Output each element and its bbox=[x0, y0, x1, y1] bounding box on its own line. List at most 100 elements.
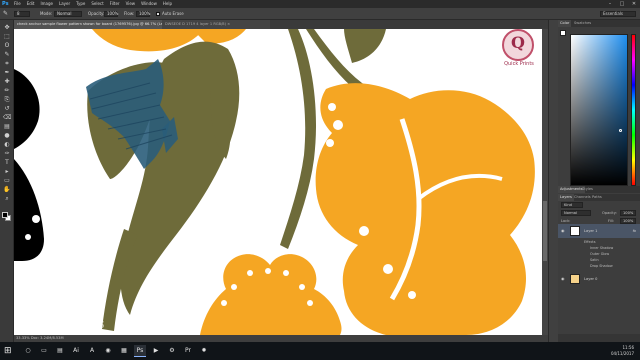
gradient-tool-icon[interactable]: ▤ bbox=[3, 123, 11, 131]
shape-tool-icon[interactable]: ▭ bbox=[3, 177, 11, 185]
effects-header[interactable]: Effects bbox=[584, 240, 596, 244]
zoom-tool-icon[interactable]: ⌕ bbox=[3, 195, 11, 203]
firefox-taskbar-icon[interactable]: ✹ bbox=[198, 345, 210, 357]
brush-size-picker[interactable]: 8 bbox=[14, 11, 30, 17]
auto-erase-checkbox[interactable] bbox=[156, 12, 160, 16]
pen-tool-icon[interactable]: ✑ bbox=[3, 150, 11, 158]
main-menu: File Edit Image Layer Type Select Filter… bbox=[14, 0, 172, 8]
menu-image[interactable]: Image bbox=[40, 0, 53, 8]
brush-tool-icon[interactable]: ✏ bbox=[3, 87, 11, 95]
close-button[interactable]: ✕ bbox=[628, 0, 640, 8]
clock-date: 04/11/2017 bbox=[610, 351, 634, 356]
color-picker-ring-icon[interactable] bbox=[619, 129, 622, 132]
opacity-label: Opacity: bbox=[88, 11, 105, 16]
marquee-tool-icon[interactable]: ⬚ bbox=[3, 33, 11, 41]
flow-label: Flow: bbox=[124, 11, 135, 16]
brush-tool-icon[interactable]: ✎ bbox=[3, 11, 8, 17]
healing-tool-icon[interactable]: ✚ bbox=[3, 78, 11, 86]
watermark-monogram: Q bbox=[511, 33, 525, 52]
maximize-button[interactable]: □ bbox=[616, 0, 628, 8]
opacity-field[interactable]: 100% bbox=[104, 11, 118, 17]
flow-field[interactable]: 100% bbox=[136, 11, 150, 17]
blur-tool-icon[interactable]: ● bbox=[3, 132, 11, 140]
chrome-taskbar-icon[interactable]: ◉ bbox=[102, 345, 114, 357]
menu-filter[interactable]: Filter bbox=[110, 0, 120, 8]
quick-select-tool-icon[interactable]: ✎ bbox=[3, 51, 11, 59]
layer-name[interactable]: Layer 1 bbox=[584, 229, 597, 233]
document-tab-active[interactable]: check anchor sample flower pattern shown… bbox=[14, 20, 162, 29]
layer-fx-badge[interactable]: fx bbox=[633, 229, 636, 233]
opacity-label: Opacity: bbox=[602, 211, 617, 215]
menu-file[interactable]: File bbox=[14, 0, 21, 8]
premiere-taskbar-icon[interactable]: Pr bbox=[182, 345, 194, 357]
system-clock[interactable]: 11:56 04/11/2017 bbox=[611, 345, 634, 357]
menu-layer[interactable]: Layer bbox=[59, 0, 70, 8]
media-taskbar-icon[interactable]: ▶ bbox=[150, 345, 162, 357]
blend-mode-select[interactable]: Normal bbox=[561, 210, 591, 216]
olive-stem bbox=[280, 29, 317, 249]
effect-item[interactable]: Satin bbox=[590, 258, 599, 262]
type-tool-icon[interactable]: T bbox=[3, 159, 11, 167]
lock-label: Lock: bbox=[561, 219, 571, 223]
layer-row[interactable]: ◉ Layer 0 bbox=[558, 272, 640, 286]
workspace-select[interactable]: Essentials bbox=[600, 11, 636, 17]
move-tool-icon[interactable]: ✥ bbox=[3, 24, 11, 32]
eraser-tool-icon[interactable]: ⌫ bbox=[3, 114, 11, 122]
menu-window[interactable]: Window bbox=[141, 0, 157, 8]
foreground-color-icon[interactable] bbox=[2, 212, 8, 218]
file-explorer-taskbar-icon[interactable]: ▤ bbox=[54, 345, 66, 357]
menu-edit[interactable]: Edit bbox=[27, 0, 35, 8]
eye-icon[interactable]: ◉ bbox=[561, 228, 565, 233]
color-panel-tabs: Color Swatches bbox=[558, 20, 640, 27]
layer-panel-footer bbox=[558, 334, 640, 342]
layer-opacity-field[interactable]: 100% bbox=[620, 210, 636, 216]
orange-flower-large bbox=[315, 83, 535, 335]
explorer-2-taskbar-icon[interactable]: ▦ bbox=[118, 345, 130, 357]
clone-tool-icon[interactable]: ⎘ bbox=[3, 96, 11, 104]
tab-paths[interactable]: Paths bbox=[590, 194, 604, 201]
eye-icon[interactable]: ◉ bbox=[561, 276, 565, 281]
menu-select[interactable]: Select bbox=[91, 0, 103, 8]
lasso-tool-icon[interactable]: ʘ bbox=[3, 42, 11, 50]
corner-watermark: Quick Prints bbox=[18, 315, 106, 331]
watermark-text: Quick Prints bbox=[504, 61, 534, 67]
effect-item[interactable]: Outer Glow bbox=[590, 252, 609, 256]
crop-tool-icon[interactable]: ⌗ bbox=[3, 60, 11, 68]
menu-type[interactable]: Type bbox=[76, 0, 85, 8]
dodge-tool-icon[interactable]: ◐ bbox=[3, 141, 11, 149]
path-select-tool-icon[interactable]: ▸ bbox=[3, 168, 11, 176]
settings-taskbar-icon[interactable]: ⚙ bbox=[166, 345, 178, 357]
document-tab[interactable]: DWSEOE D 1719 4 layer 1 RGB/8) × bbox=[162, 20, 270, 29]
menu-view[interactable]: View bbox=[126, 0, 136, 8]
hand-tool-icon[interactable]: ✋ bbox=[3, 186, 11, 194]
hue-slider[interactable] bbox=[631, 34, 636, 186]
options-bar: ✎ 8 Mode: Normal Opacity: 100% Flow: 100… bbox=[0, 8, 640, 20]
menu-help[interactable]: Help bbox=[163, 0, 172, 8]
document-canvas[interactable]: Q Quick Prints Quick Prints bbox=[14, 29, 542, 335]
illustrator-taskbar-icon[interactable]: Ai bbox=[70, 345, 82, 357]
windows-start-icon[interactable]: ⊞ bbox=[4, 346, 14, 356]
tab-styles[interactable]: Styles bbox=[580, 186, 595, 193]
task-view-taskbar-icon[interactable]: ▭ bbox=[38, 345, 50, 357]
layer-kind-filter[interactable]: Kind bbox=[561, 202, 583, 208]
foreground-color-swatch[interactable] bbox=[560, 30, 566, 36]
acrobat-taskbar-icon[interactable]: A bbox=[86, 345, 98, 357]
layer-name[interactable]: Layer 0 bbox=[584, 277, 597, 281]
tab-color[interactable]: Color bbox=[558, 20, 572, 27]
quick-prints-watermark: Q Quick Prints bbox=[496, 29, 542, 73]
scrollbar-thumb[interactable] bbox=[543, 201, 547, 261]
history-brush-tool-icon[interactable]: ↺ bbox=[3, 105, 11, 113]
tab-swatches[interactable]: Swatches bbox=[572, 20, 593, 27]
mode-select[interactable]: Normal bbox=[54, 11, 82, 17]
mode-label: Mode: bbox=[40, 11, 53, 16]
minimize-button[interactable]: – bbox=[604, 0, 616, 8]
effect-item[interactable]: Drop Shadow bbox=[590, 264, 613, 268]
search-taskbar-icon[interactable]: ○ bbox=[22, 345, 34, 357]
color-picker-field[interactable] bbox=[570, 34, 628, 186]
status-bar: 33.33% Doc: 3.24M/8.53M bbox=[14, 335, 548, 342]
layer-row[interactable]: ◉ Layer 1 fx bbox=[558, 224, 640, 238]
photoshop-taskbar-icon[interactable]: Ps bbox=[134, 345, 146, 357]
fill-label: Fill: bbox=[608, 219, 615, 223]
effect-item[interactable]: Inner Shadow bbox=[590, 246, 613, 250]
eyedropper-tool-icon[interactable]: ✒ bbox=[3, 69, 11, 77]
